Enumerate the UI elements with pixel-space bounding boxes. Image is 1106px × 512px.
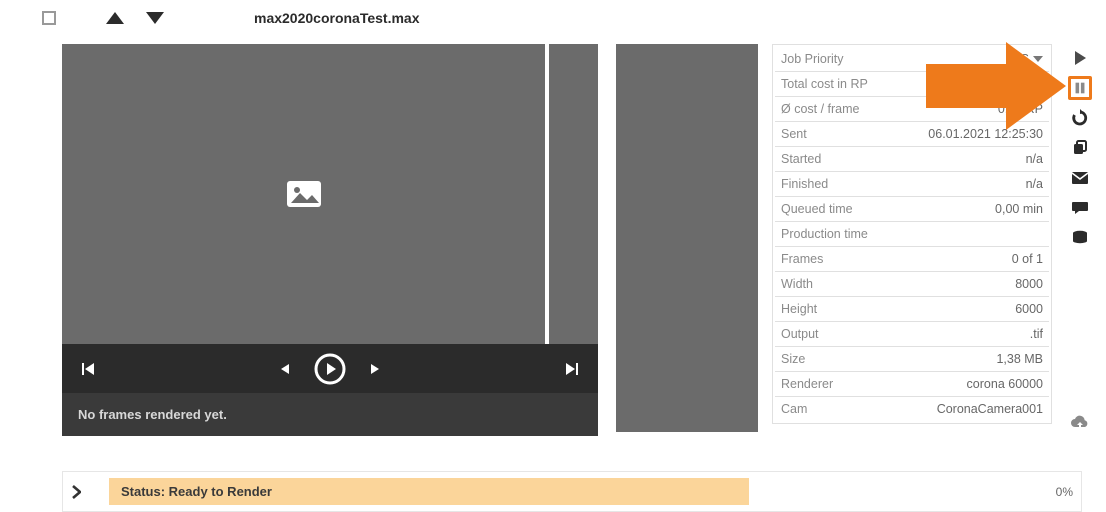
info-row: Queued time 0,00 min: [775, 197, 1049, 222]
preview-area: [62, 44, 598, 344]
archive-job-icon[interactable]: [1068, 226, 1092, 250]
start-job-icon[interactable]: [1068, 46, 1092, 70]
job-action-toolbar: [1068, 44, 1092, 436]
info-label: Queued time: [781, 202, 853, 216]
info-value: .tif: [1030, 327, 1043, 341]
secondary-panel[interactable]: [616, 44, 758, 432]
preview-strip[interactable]: [549, 44, 598, 344]
info-label: Frames: [781, 252, 823, 266]
restart-job-icon[interactable]: [1068, 106, 1092, 130]
copy-job-icon[interactable]: [1068, 136, 1092, 160]
play-icon[interactable]: [314, 353, 346, 385]
info-row: Output .tif: [775, 322, 1049, 347]
prev-icon[interactable]: [278, 362, 292, 376]
info-row: Height 6000: [775, 297, 1049, 322]
info-value: n/a: [1026, 177, 1043, 191]
info-label: Total cost in RP: [781, 77, 868, 91]
progress-percent: 0%: [1056, 485, 1073, 499]
move-down-icon[interactable]: [146, 12, 164, 24]
info-value: n/a: [1026, 152, 1043, 166]
player-center-group: [278, 353, 382, 385]
preview-status: No frames rendered yet.: [62, 393, 598, 436]
info-label: Width: [781, 277, 813, 291]
info-value: 8000: [1015, 277, 1043, 291]
info-label: Production time: [781, 227, 868, 241]
info-value: corona 60000: [967, 377, 1043, 391]
info-label: Size: [781, 352, 805, 366]
skip-last-icon[interactable]: [564, 361, 580, 377]
job-filename: max2020coronaTest.max: [254, 10, 420, 26]
info-value: CoronaCamera001: [937, 402, 1043, 416]
chat-job-icon[interactable]: [1068, 196, 1092, 220]
info-label: Started: [781, 152, 821, 166]
image-placeholder-icon: [287, 181, 321, 207]
status-banner: Status: Ready to Render: [109, 478, 749, 505]
callout-arrow-icon: [926, 42, 1066, 130]
info-value: 0 of 1: [1012, 252, 1043, 266]
info-row: Cam CoronaCamera001: [775, 397, 1049, 421]
info-row: Width 8000: [775, 272, 1049, 297]
header-bar: max2020coronaTest.max: [0, 0, 1106, 44]
nav-arrows: [106, 12, 164, 24]
player-controls: [62, 344, 598, 393]
info-label: Renderer: [781, 377, 833, 391]
expand-status-icon[interactable]: [71, 485, 81, 499]
preview-canvas[interactable]: [62, 44, 545, 344]
main-content: No frames rendered yet. Job PrioritySTot…: [0, 44, 1106, 436]
info-value: 6000: [1015, 302, 1043, 316]
info-row: Started n/a: [775, 147, 1049, 172]
info-label: Ø cost / frame: [781, 102, 860, 116]
info-row: Production time: [775, 222, 1049, 247]
info-row: Frames 0 of 1: [775, 247, 1049, 272]
preview-column: No frames rendered yet.: [62, 44, 598, 436]
info-row: Size 1,38 MB: [775, 347, 1049, 372]
info-row: Renderer corona 60000: [775, 372, 1049, 397]
select-checkbox[interactable]: [42, 11, 56, 25]
next-icon[interactable]: [368, 362, 382, 376]
move-up-icon[interactable]: [106, 12, 124, 24]
info-label: Output: [781, 327, 819, 341]
info-value: 1,38 MB: [996, 352, 1043, 366]
upload-job-icon[interactable]: [1068, 412, 1092, 436]
info-label: Job Priority: [781, 52, 844, 66]
skip-first-icon[interactable]: [80, 361, 96, 377]
info-value: 0,00 min: [995, 202, 1043, 216]
info-label: Sent: [781, 127, 807, 141]
footer-status-bar: Status: Ready to Render 0%: [62, 471, 1082, 512]
info-row: Finished n/a: [775, 172, 1049, 197]
info-label: Finished: [781, 177, 828, 191]
mail-job-icon[interactable]: [1068, 166, 1092, 190]
info-label: Cam: [781, 402, 807, 416]
info-label: Height: [781, 302, 817, 316]
pause-job-icon[interactable]: [1068, 76, 1092, 100]
